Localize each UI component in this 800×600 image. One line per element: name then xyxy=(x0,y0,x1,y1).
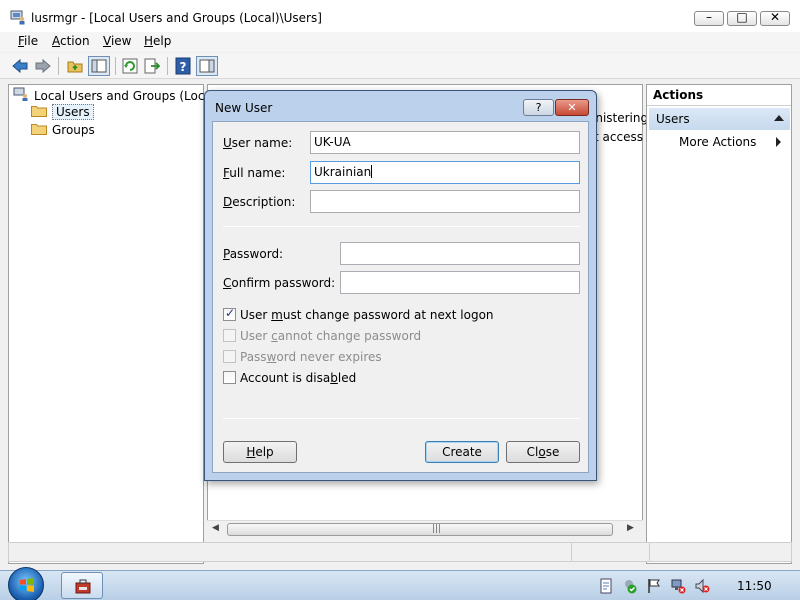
console-tree-icon xyxy=(91,59,107,73)
checkbox-icon xyxy=(223,329,236,342)
up-folder-icon[interactable] xyxy=(66,57,84,75)
new-user-dialog: New User ? ✕ User name: UK-UA Full name:… xyxy=(204,90,597,481)
help-icon[interactable]: ? xyxy=(174,57,192,75)
close-icon: ✕ xyxy=(769,10,781,24)
maximize-button[interactable]: □ xyxy=(727,10,757,26)
password-field[interactable] xyxy=(340,242,580,265)
svg-text:?: ? xyxy=(180,60,187,74)
dialog-close-button[interactable]: ✕ xyxy=(555,99,589,116)
dialog-body: User name: UK-UA Full name: Ukrainian De… xyxy=(212,121,589,473)
status-separator xyxy=(571,543,572,561)
export-list-icon[interactable] xyxy=(143,57,161,75)
minimize-icon: – xyxy=(706,10,712,24)
scrollbar-thumb[interactable]: ||| xyxy=(227,523,613,536)
collapse-icon xyxy=(774,115,784,121)
toolbox-icon xyxy=(75,579,91,594)
refresh-icon[interactable] xyxy=(121,57,139,75)
more-actions-link[interactable]: More Actions xyxy=(679,135,756,149)
windows-start-icon xyxy=(20,578,34,592)
user-name-field[interactable]: UK-UA xyxy=(310,131,580,154)
console-tree-toggle[interactable] xyxy=(88,56,110,76)
divider xyxy=(223,418,580,419)
full-name-field[interactable]: Ukrainian xyxy=(310,161,580,184)
tree-item-groups[interactable]: Groups xyxy=(31,123,95,137)
status-separator xyxy=(649,543,650,561)
dialog-title: New User xyxy=(215,101,273,115)
divider xyxy=(223,226,580,227)
folder-icon xyxy=(31,124,47,135)
password-label: Password: xyxy=(223,247,284,261)
folder-icon xyxy=(31,106,47,117)
checkbox-icon xyxy=(223,371,236,384)
security-check-icon[interactable] xyxy=(622,578,638,594)
toolbar: ? xyxy=(0,53,800,79)
dialog-help-button[interactable]: ? xyxy=(523,99,554,116)
submenu-arrow-icon xyxy=(776,137,781,147)
description-label: Description: xyxy=(223,195,296,209)
text-cursor xyxy=(371,165,373,178)
password-never-expires-checkbox[interactable]: Password never expires xyxy=(223,350,382,364)
close-icon: ✕ xyxy=(567,101,577,114)
checkbox-checked-icon xyxy=(223,306,236,321)
menu-bar: File Action View Help xyxy=(0,32,800,52)
network-disconnected-icon[interactable] xyxy=(670,578,686,594)
actions-title: Actions xyxy=(647,85,791,106)
help-button[interactable]: Help xyxy=(223,441,297,463)
description-fragment: inistering xyxy=(592,111,649,125)
volume-muted-icon[interactable] xyxy=(694,578,710,594)
toolbar-separator xyxy=(58,57,59,75)
close-window-button[interactable]: ✕ xyxy=(760,10,790,26)
horizontal-scrollbar[interactable]: ◀ ||| ▶ xyxy=(207,520,643,538)
menu-help[interactable]: Help xyxy=(144,34,171,48)
confirm-password-label: Confirm password: xyxy=(223,276,336,290)
scroll-right-icon[interactable]: ▶ xyxy=(627,523,634,533)
clock[interactable]: 11:50 xyxy=(737,579,772,593)
question-icon: ? xyxy=(535,101,542,114)
actions-pane: Actions Users More Actions xyxy=(646,84,792,564)
computer-users-icon xyxy=(10,10,25,25)
confirm-password-field[interactable] xyxy=(340,271,580,294)
scroll-left-icon[interactable]: ◀ xyxy=(212,523,219,533)
action-pane-toggle[interactable] xyxy=(196,56,218,76)
minimize-button[interactable]: – xyxy=(694,10,724,26)
action-center-flag-icon[interactable] xyxy=(646,578,662,594)
close-button[interactable]: Close xyxy=(506,441,580,463)
action-pane-icon xyxy=(199,59,215,73)
tree-item-root[interactable]: Local Users and Groups (Local) xyxy=(13,87,220,103)
grip-icon: ||| xyxy=(432,524,442,534)
maximize-icon: □ xyxy=(736,10,748,24)
back-arrow-icon[interactable] xyxy=(11,57,29,75)
computer-users-icon xyxy=(13,87,28,101)
description-fragment: t access t xyxy=(594,130,652,144)
taskbar-app-lusrmgr[interactable] xyxy=(61,572,103,599)
account-disabled-checkbox[interactable]: Account is disabled xyxy=(223,371,356,385)
description-field[interactable] xyxy=(310,190,580,213)
taskbar: 11:50 xyxy=(0,567,800,600)
full-name-label: Full name: xyxy=(223,166,286,180)
menu-view[interactable]: View xyxy=(103,34,131,48)
forward-arrow-icon[interactable] xyxy=(34,57,52,75)
checkbox-icon xyxy=(223,350,236,363)
window-title: lusrmgr - [Local Users and Groups (Local… xyxy=(31,11,322,25)
cannot-change-password-checkbox[interactable]: User cannot change password xyxy=(223,329,421,343)
console-tree: Local Users and Groups (Local) Users Gro… xyxy=(8,84,220,564)
must-change-password-checkbox[interactable]: User must change password at next logon xyxy=(223,306,494,322)
toolbar-separator xyxy=(115,57,116,75)
actions-group-users[interactable]: Users xyxy=(649,108,790,130)
menu-file[interactable]: File xyxy=(18,34,38,48)
toolbar-separator xyxy=(167,57,168,75)
title-bar[interactable]: lusrmgr - [Local Users and Groups (Local… xyxy=(0,0,800,32)
create-button[interactable]: Create xyxy=(425,441,499,463)
start-button[interactable] xyxy=(8,567,44,600)
status-bar xyxy=(8,542,792,562)
user-name-label: User name: xyxy=(223,136,293,150)
tree-item-users[interactable]: Users xyxy=(31,104,94,120)
menu-action[interactable]: Action xyxy=(52,34,90,48)
document-icon[interactable] xyxy=(598,578,614,594)
